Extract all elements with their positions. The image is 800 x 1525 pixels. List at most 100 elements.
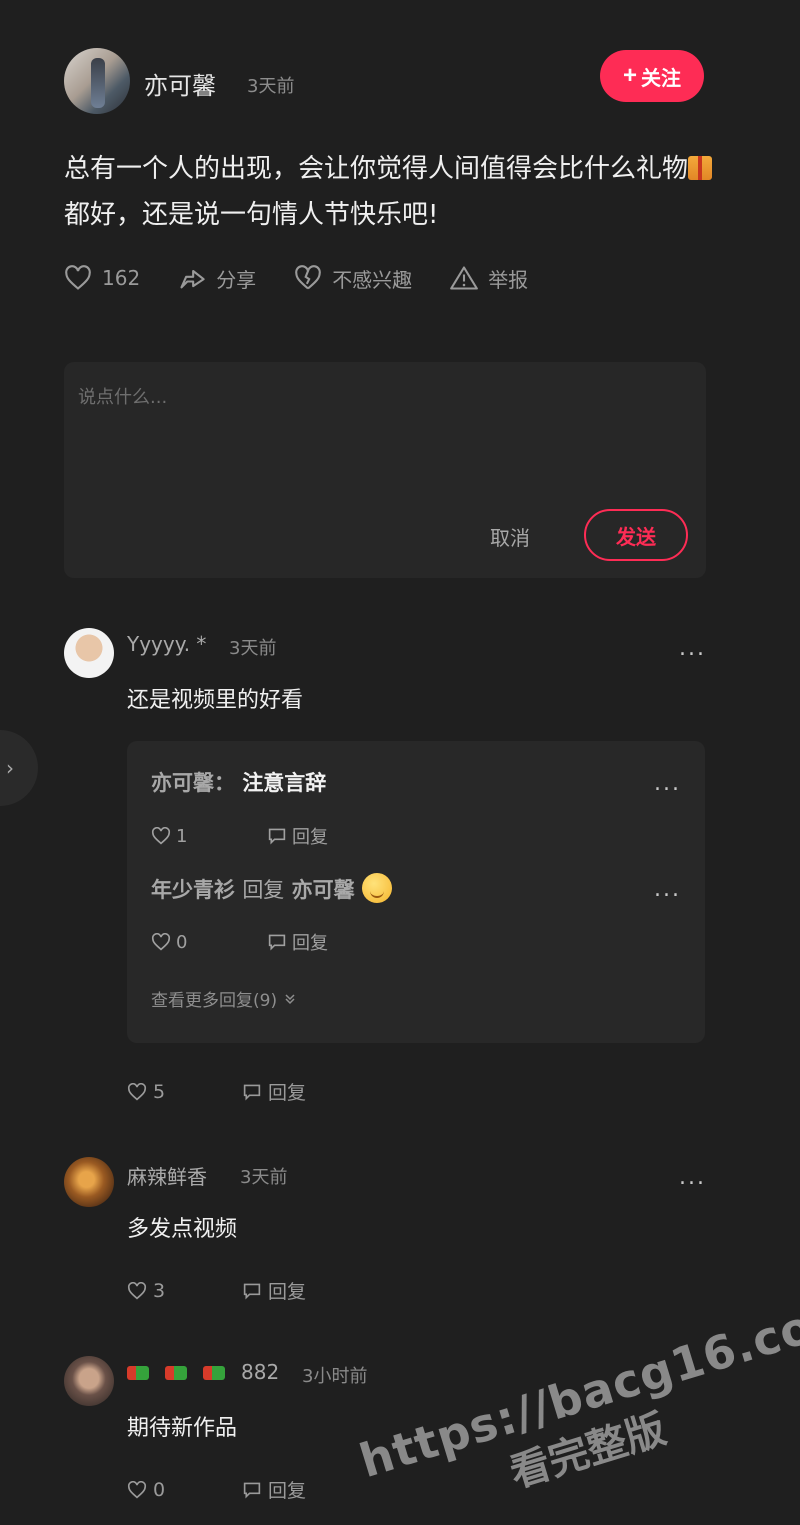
heart-icon bbox=[127, 1480, 147, 1498]
heart-icon bbox=[151, 933, 171, 951]
flame-badge-icon bbox=[165, 1366, 187, 1380]
chat-bubble-icon bbox=[243, 1283, 261, 1300]
comment-text: 多发点视频 bbox=[127, 1217, 238, 1242]
double-chevron-down-icon bbox=[285, 993, 295, 1004]
not-interested-label: 不感兴趣 bbox=[332, 267, 413, 292]
reply-target[interactable]: 亦可馨 bbox=[292, 878, 355, 902]
flame-badge-icon bbox=[127, 1366, 149, 1380]
share-label: 分享 bbox=[216, 267, 257, 292]
post-text: 总有一个人的出现，会让你觉得人间值得会比什么礼物都好，还是说一句情人节快乐吧! bbox=[64, 146, 714, 238]
comment-like-button[interactable]: 5 bbox=[127, 1081, 242, 1103]
comment-item: 882 3小时前 期待新作品 0 回复 bbox=[64, 1356, 706, 1506]
comment-time: 3天前 bbox=[229, 638, 277, 659]
reply-item: 亦可馨： 注意言辞 ... 1 回复 bbox=[151, 767, 681, 848]
reply-like-count: 1 bbox=[176, 825, 188, 847]
commenter-name[interactable]: Yyyyy. * bbox=[127, 632, 206, 656]
reply-to-label: 回复 bbox=[242, 878, 285, 902]
reply-like-count: 0 bbox=[176, 931, 188, 953]
heart-icon bbox=[127, 1082, 147, 1100]
broken-heart-icon bbox=[295, 265, 321, 290]
comment-text: 期待新作品 bbox=[127, 1416, 238, 1441]
comment-like-count: 3 bbox=[153, 1279, 166, 1302]
heart-icon bbox=[127, 1281, 147, 1299]
comment-like-count: 5 bbox=[153, 1080, 166, 1103]
not-interested-button[interactable]: 不感兴趣 bbox=[294, 264, 412, 293]
comment-meta: 3 回复 bbox=[127, 1277, 306, 1304]
reply-meta: 0 回复 bbox=[151, 929, 328, 955]
reply-header: 亦可馨： 注意言辞 bbox=[151, 767, 681, 797]
like-count: 162 bbox=[102, 266, 141, 290]
chat-bubble-icon bbox=[268, 828, 286, 845]
post-text-part2: 都好，还是说一句情人节快乐吧! bbox=[64, 200, 439, 230]
commenter-avatar[interactable] bbox=[64, 1356, 114, 1406]
commenter-name[interactable]: 882 bbox=[127, 1360, 279, 1384]
comment-reply-button[interactable]: 回复 bbox=[242, 1078, 306, 1105]
chat-bubble-icon bbox=[268, 934, 286, 951]
reply-reply-button[interactable]: 回复 bbox=[267, 823, 328, 849]
more-options-icon[interactable]: ... bbox=[654, 771, 681, 796]
warning-icon bbox=[450, 266, 479, 290]
reply-text: 注意言辞 bbox=[242, 771, 327, 795]
comment-composer: 取消 发送 bbox=[64, 362, 706, 578]
report-button[interactable]: 举报 bbox=[450, 264, 528, 293]
post-time: 3天前 bbox=[247, 76, 295, 97]
side-expand-button[interactable]: › bbox=[0, 730, 38, 806]
reply-reply-button[interactable]: 回复 bbox=[267, 929, 328, 955]
reply-label: 回复 bbox=[268, 1082, 307, 1104]
comment-meta: 0 回复 bbox=[127, 1476, 306, 1503]
reply-label: 回复 bbox=[292, 933, 328, 954]
like-button[interactable]: 162 bbox=[64, 265, 140, 291]
reply-like-button[interactable]: 0 bbox=[151, 932, 267, 953]
plus-icon: + bbox=[622, 62, 637, 89]
comment-text: 还是视频里的好看 bbox=[127, 688, 304, 713]
view-more-replies-button[interactable]: 查看更多回复(9) bbox=[151, 986, 297, 1011]
commenter-handle: 882 bbox=[241, 1360, 280, 1384]
comment-like-button[interactable]: 3 bbox=[127, 1280, 242, 1302]
reply-author[interactable]: 亦可馨： bbox=[151, 771, 235, 795]
more-options-icon[interactable]: ... bbox=[654, 877, 681, 902]
reply-author[interactable]: 年少青衫 bbox=[151, 878, 235, 902]
post-author-header: 亦可馨 3天前 + 关注 bbox=[64, 48, 704, 116]
more-options-icon[interactable]: ... bbox=[679, 1165, 706, 1190]
follow-label: 关注 bbox=[641, 67, 681, 90]
follow-button[interactable]: + 关注 bbox=[600, 50, 704, 102]
gift-emoji-icon bbox=[688, 156, 713, 180]
post-actions: 162 分享 不感兴趣 举报 bbox=[64, 258, 566, 298]
reply-label: 回复 bbox=[268, 1480, 307, 1502]
comment-input[interactable] bbox=[78, 382, 678, 412]
chat-bubble-icon bbox=[243, 1084, 261, 1101]
replies-panel: 亦可馨： 注意言辞 ... 1 回复 年少青衫 回复 亦可馨 ... 0 回复 … bbox=[127, 741, 705, 1043]
reply-label: 回复 bbox=[292, 827, 328, 848]
author-name[interactable]: 亦可馨 bbox=[144, 66, 216, 101]
heart-icon bbox=[65, 265, 91, 290]
commenter-avatar[interactable] bbox=[64, 628, 114, 678]
more-options-icon[interactable]: ... bbox=[679, 636, 706, 661]
reply-label: 回复 bbox=[268, 1281, 307, 1303]
comment-like-count: 0 bbox=[153, 1478, 166, 1501]
reply-item: 年少青衫 回复 亦可馨 ... 0 回复 bbox=[151, 873, 681, 954]
send-button[interactable]: 发送 bbox=[584, 509, 688, 561]
reply-like-button[interactable]: 1 bbox=[151, 826, 267, 847]
comment-reply-button[interactable]: 回复 bbox=[242, 1277, 306, 1304]
report-label: 举报 bbox=[488, 267, 529, 292]
comment-page: 亦可馨 3天前 + 关注 总有一个人的出现，会让你觉得人间值得会比什么礼物都好，… bbox=[0, 0, 800, 1525]
comment-reply-button[interactable]: 回复 bbox=[242, 1476, 306, 1503]
comment-time: 3天前 bbox=[240, 1167, 288, 1188]
chat-bubble-icon bbox=[243, 1482, 261, 1499]
post-text-part1: 总有一个人的出现，会让你觉得人间值得会比什么礼物 bbox=[64, 154, 689, 184]
share-icon bbox=[180, 269, 205, 289]
comment-meta: 5 回复 bbox=[127, 1078, 306, 1105]
comment-item: 麻辣鲜香 3天前 ... 多发点视频 3 回复 bbox=[64, 1157, 706, 1307]
chevron-right-icon: › bbox=[6, 756, 14, 780]
share-button[interactable]: 分享 bbox=[178, 264, 256, 293]
comment-like-button[interactable]: 0 bbox=[127, 1479, 242, 1501]
reply-header: 年少青衫 回复 亦可馨 bbox=[151, 873, 681, 904]
view-more-label: 查看更多回复(9) bbox=[151, 991, 278, 1011]
comment-time: 3小时前 bbox=[302, 1366, 368, 1387]
commenter-name[interactable]: 麻辣鲜香 bbox=[127, 1161, 207, 1190]
flame-badge-icon bbox=[203, 1366, 225, 1380]
author-avatar[interactable] bbox=[64, 48, 130, 114]
commenter-avatar[interactable] bbox=[64, 1157, 114, 1207]
cancel-button[interactable]: 取消 bbox=[490, 522, 530, 551]
reply-meta: 1 回复 bbox=[151, 823, 328, 849]
